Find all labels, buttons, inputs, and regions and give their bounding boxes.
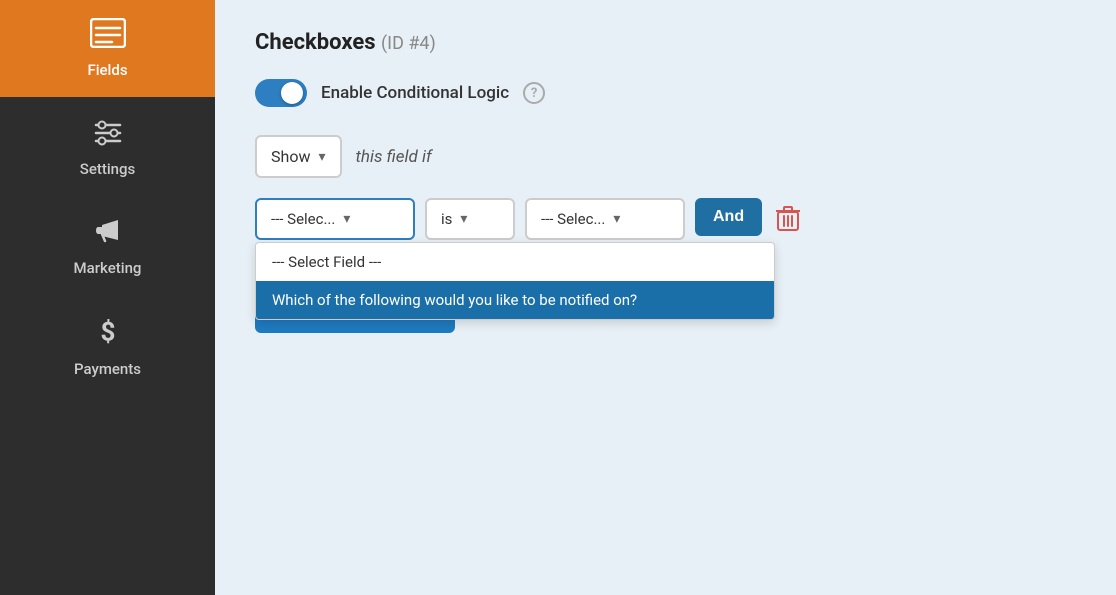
show-condition-row: Show ▾ this field if <box>255 135 1076 178</box>
id-label: (ID #4) <box>381 33 436 54</box>
builder-row: --- Selec... ▾ --- Select Field --- Whic… <box>255 198 1076 240</box>
and-button[interactable]: And <box>695 198 762 236</box>
toggle-row: Enable Conditional Logic ? <box>255 79 1076 107</box>
sidebar-item-fields[interactable]: Fields <box>0 0 215 97</box>
page-title: Checkboxes (ID #4) <box>255 30 1076 55</box>
show-dropdown[interactable]: Show ▾ <box>255 135 342 178</box>
settings-icon <box>92 115 124 152</box>
value-select-placeholder: --- Selec... <box>541 210 605 228</box>
main-content: Checkboxes (ID #4) Enable Conditional Lo… <box>215 0 1116 595</box>
field-select-placeholder: --- Selec... <box>271 210 335 228</box>
field-text: this field if <box>356 147 432 167</box>
show-dropdown-value: Show <box>271 147 310 166</box>
dropdown-option-select-field[interactable]: --- Select Field --- <box>256 243 774 281</box>
help-icon[interactable]: ? <box>523 82 545 104</box>
sidebar-item-settings-label: Settings <box>80 160 136 178</box>
is-dropdown[interactable]: is ▾ <box>425 198 515 240</box>
is-chevron: ▾ <box>460 211 467 227</box>
value-select-chevron: ▾ <box>613 211 620 227</box>
delete-row-icon[interactable] <box>772 198 804 240</box>
sidebar-item-fields-label: Fields <box>87 61 127 79</box>
is-value: is <box>441 210 452 228</box>
field-select-dropdown[interactable]: --- Selec... ▾ <box>255 198 415 240</box>
sidebar-item-payments[interactable]: $ Payments <box>0 295 215 396</box>
value-select-dropdown[interactable]: --- Selec... ▾ <box>525 198 685 240</box>
svg-text:$: $ <box>100 317 115 347</box>
sidebar-item-marketing[interactable]: Marketing <box>0 196 215 295</box>
marketing-icon <box>92 214 124 251</box>
sidebar: Fields Settings Market <box>0 0 215 595</box>
field-select-chevron: ▾ <box>343 211 350 227</box>
show-dropdown-chevron: ▾ <box>318 149 325 165</box>
payments-icon: $ <box>93 313 123 352</box>
fields-icon <box>90 18 126 53</box>
field-select-menu: --- Select Field --- Which of the follow… <box>255 242 775 320</box>
dropdown-option-notified[interactable]: Which of the following would you like to… <box>256 281 774 319</box>
sidebar-item-marketing-label: Marketing <box>74 259 142 277</box>
sidebar-item-settings[interactable]: Settings <box>0 97 215 196</box>
toggle-label: Enable Conditional Logic <box>321 83 509 103</box>
conditional-logic-toggle[interactable] <box>255 79 307 107</box>
sidebar-item-payments-label: Payments <box>74 360 141 378</box>
